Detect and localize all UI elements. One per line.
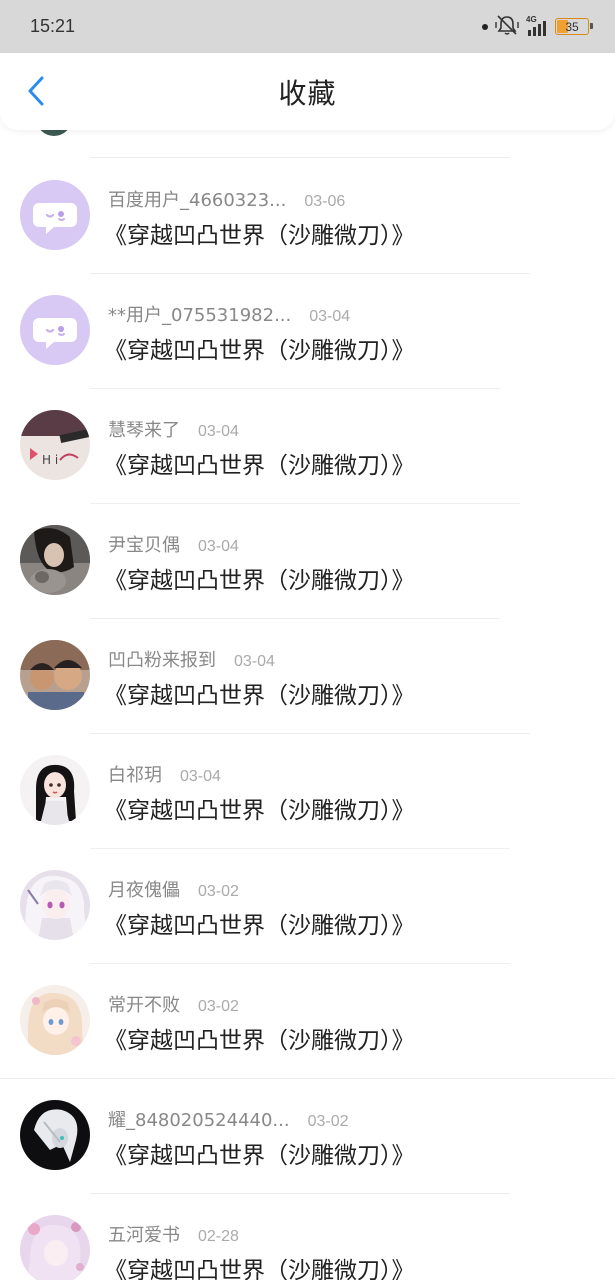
book-title[interactable]: 《穿越凹凸世界（沙雕微刀）》 [104,791,415,825]
date: 03-04 [180,768,221,785]
divider [90,963,510,964]
svg-text:H i: H i [42,453,58,467]
book-title[interactable]: 《穿越凹凸世界（沙雕微刀）》 [104,446,415,480]
back-button[interactable] [16,71,56,111]
divider [90,503,520,504]
avatar [20,1215,90,1280]
favorites-list[interactable]: 百度用户_4660323... 03-06 《穿越凹凸世界（沙雕微刀）》 **用… [0,0,615,1280]
date: 03-02 [198,883,239,900]
username: 百度用户_4660323... [108,190,287,211]
date: 03-04 [198,423,239,440]
avatar: H i [20,410,90,480]
book-title[interactable]: 《穿越凹凸世界（沙雕微刀）》 [104,676,415,710]
date: 02-28 [198,1228,239,1245]
book-title[interactable]: 《穿越凹凸世界（沙雕微刀）》 [104,906,415,940]
divider [0,1078,615,1079]
page-title: 收藏 [278,76,337,110]
header-bar: 收藏 [0,53,615,130]
divider [90,848,510,849]
divider [90,273,530,274]
book-title[interactable]: 《穿越凹凸世界（沙雕微刀）》 [104,1021,415,1055]
avatar [20,985,90,1055]
date: 03-04 [198,538,239,555]
list-item[interactable]: 月夜傀儡 03-02 《穿越凹凸世界（沙雕微刀）》 [0,850,615,965]
book-title[interactable]: 《穿越凹凸世界（沙雕微刀）》 [104,1251,415,1280]
avatar [20,180,90,250]
date: 03-02 [198,998,239,1015]
list-item[interactable]: 常开不败 03-02 《穿越凹凸世界（沙雕微刀）》 [0,965,615,1080]
username: 耀_848020524440... [108,1110,290,1131]
list-item[interactable]: 尹宝贝偶 03-04 《穿越凹凸世界（沙雕微刀）》 [0,505,615,620]
username: 尹宝贝偶 [108,535,180,556]
avatar [20,870,90,940]
list-item[interactable]: 耀_848020524440... 03-02 《穿越凹凸世界（沙雕微刀）》 [0,1080,615,1195]
list-item[interactable]: 五河爱书 02-28 《穿越凹凸世界（沙雕微刀）》 [0,1195,615,1280]
avatar [20,295,90,365]
avatar [20,640,90,710]
book-title[interactable]: 《穿越凹凸世界（沙雕微刀）》 [104,561,415,595]
divider [90,733,530,734]
divider [90,1193,510,1194]
divider [90,388,500,389]
date: 03-04 [309,308,351,325]
list-item[interactable]: **用户_075531982... 03-04 《穿越凹凸世界（沙雕微刀）》 [0,275,615,390]
username: 月夜傀儡 [108,880,180,901]
book-title[interactable]: 《穿越凹凸世界（沙雕微刀）》 [104,1136,415,1170]
avatar [20,755,90,825]
username: 白祁玥 [108,765,162,786]
avatar [20,1100,90,1170]
list-item[interactable]: H i 慧琴来了 03-04 《穿越凹凸世界（沙雕微刀）》 [0,390,615,505]
username: **用户_075531982... [108,305,292,326]
date: 03-02 [307,1113,349,1130]
divider [90,618,500,619]
username: 慧琴来了 [108,420,180,441]
username: 常开不败 [108,995,180,1016]
avatar [20,525,90,595]
list-item[interactable]: 凹凸粉来报到 03-04 《穿越凹凸世界（沙雕微刀）》 [0,620,615,735]
book-title[interactable]: 《穿越凹凸世界（沙雕微刀）》 [104,331,415,365]
chevron-left-icon [28,76,44,106]
list-item[interactable]: 百度用户_4660323... 03-06 《穿越凹凸世界（沙雕微刀）》 [0,160,615,275]
date: 03-06 [304,193,346,210]
divider [90,157,510,158]
username: 五河爱书 [108,1225,180,1246]
book-title[interactable]: 《穿越凹凸世界（沙雕微刀）》 [104,216,415,250]
username: 凹凸粉来报到 [108,650,216,671]
list-item[interactable]: 白祁玥 03-04 《穿越凹凸世界（沙雕微刀）》 [0,735,615,850]
date: 03-04 [234,653,275,670]
